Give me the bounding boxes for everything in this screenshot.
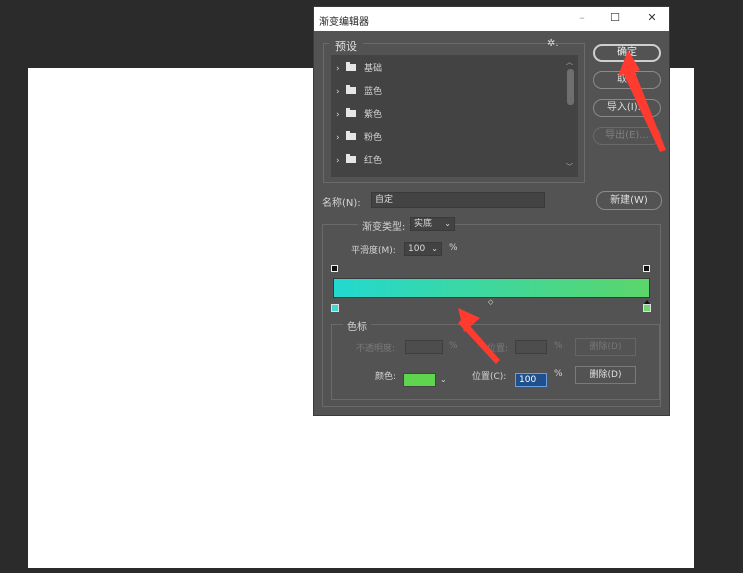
scroll-thumb[interactable] [567, 69, 574, 105]
smoothness-value: 100 [408, 244, 426, 254]
folder-icon [346, 62, 356, 71]
name-input[interactable]: 自定 [371, 192, 545, 208]
close-button[interactable]: ✕ [643, 10, 661, 26]
delete-color-stop-button[interactable]: 删除(D) [575, 366, 636, 384]
folder-icon [346, 85, 356, 94]
opacity-label: 不透明度: [356, 344, 396, 354]
color-stops-label: 色标 [343, 318, 371, 333]
preset-folder-item[interactable]: › 粉色 [336, 129, 382, 147]
presets-label: 预设 [329, 38, 363, 54]
preset-folder-label: 粉色 [364, 133, 383, 143]
folder-icon [346, 131, 356, 140]
cancel-button[interactable]: 取消 [593, 71, 661, 89]
color-label: 颜色: [375, 372, 397, 382]
color-stop-left[interactable] [331, 304, 339, 312]
position-percent-disabled: % [554, 341, 563, 351]
chevron-right-icon[interactable]: › [336, 60, 346, 78]
chevron-down-icon: ⌄ [444, 219, 451, 228]
maximize-button[interactable]: ☐ [606, 10, 624, 26]
dialog-title: 渐变编辑器 [319, 17, 369, 28]
location-percent: % [554, 369, 563, 379]
preset-folder-item[interactable]: › 基础 [336, 60, 382, 78]
smoothness-label: 平滑度(M): [351, 246, 396, 256]
color-swatch[interactable] [403, 373, 436, 387]
new-button[interactable]: 新建(W) [596, 191, 662, 210]
chevron-right-icon[interactable]: › [336, 106, 346, 124]
chevron-right-icon[interactable]: › [336, 152, 346, 170]
chevron-down-icon[interactable]: ﹀ [566, 162, 573, 172]
opacity-stop-right[interactable] [643, 265, 650, 272]
preset-scrollbar[interactable]: ︿ ﹀ [566, 57, 575, 173]
smoothness-input[interactable]: 100 ⌄ [404, 242, 442, 256]
gradient-preview-bar[interactable] [333, 278, 650, 298]
delete-opacity-stop-button[interactable]: 删除(D) [575, 338, 636, 356]
folder-icon [346, 154, 356, 163]
color-stop-right-swatch [643, 304, 651, 312]
opacity-input[interactable] [405, 340, 443, 354]
preset-list: › 基础 › 蓝色 › 紫色 › 粉色 › 红色 [331, 55, 578, 177]
midpoint-diamond-icon[interactable]: ◇ [488, 298, 493, 306]
chevron-right-icon[interactable]: › [336, 83, 346, 101]
color-stop-right[interactable] [643, 300, 651, 312]
import-button[interactable]: 导入(I)... [593, 99, 661, 117]
chevron-right-icon[interactable]: › [336, 129, 346, 147]
gradient-type-label: 渐变类型: [358, 218, 410, 233]
name-label: 名称(N): [322, 198, 361, 209]
opacity-position-input[interactable] [515, 340, 547, 354]
folder-icon [346, 108, 356, 117]
gradient-type-value: 实底 [414, 219, 433, 229]
location-input[interactable]: 100 [515, 373, 547, 387]
preset-folder-label: 基础 [364, 64, 383, 74]
preset-folder-label: 紫色 [364, 110, 383, 120]
color-stops-group [331, 324, 660, 400]
gradient-type-select[interactable]: 实底 ⌄ [410, 217, 455, 231]
title-bar: 渐变编辑器 – ☐ ✕ [314, 7, 669, 31]
chevron-up-icon[interactable]: ︿ [566, 57, 573, 67]
preset-folder-item[interactable]: › 蓝色 [336, 83, 382, 101]
preset-folder-label: 蓝色 [364, 87, 383, 97]
location-label: 位置(C): [472, 372, 507, 382]
opacity-percent: % [449, 341, 458, 351]
position-label-disabled: 位置: [487, 344, 509, 354]
minimize-button[interactable]: – [573, 10, 591, 26]
preset-folder-item[interactable]: › 紫色 [336, 106, 382, 124]
chevron-down-icon: ⌄ [431, 244, 438, 253]
preset-folder-item[interactable]: › 红色 [336, 152, 382, 170]
chevron-down-icon[interactable]: ⌄ [440, 375, 447, 384]
gradient-editor-dialog: 渐变编辑器 – ☐ ✕ 预设 ✲. › 基础 › 蓝色 › 紫色 › 粉色 › 红色 ︿ … [313, 6, 670, 416]
gear-icon[interactable]: ✲. [547, 38, 559, 49]
export-button[interactable]: 导出(E)... [593, 127, 661, 145]
ok-button[interactable]: 确定 [593, 44, 661, 62]
preset-folder-label: 红色 [364, 156, 383, 166]
opacity-stop-left[interactable] [331, 265, 338, 272]
percent-sign: % [449, 243, 458, 253]
